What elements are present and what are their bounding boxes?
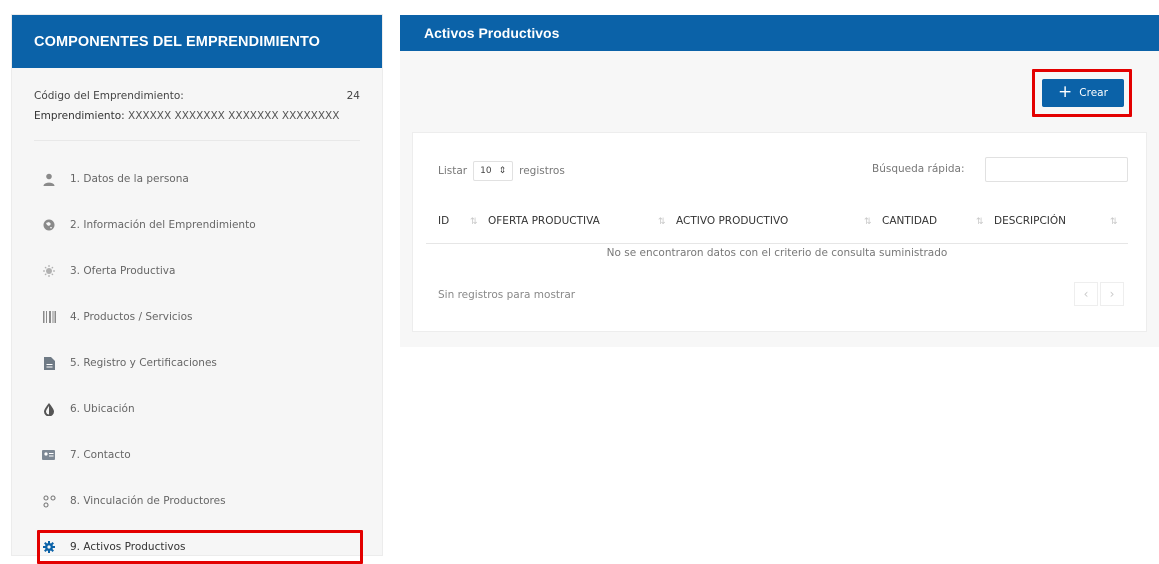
- sort-arrows-icon: ⇕: [498, 166, 507, 176]
- pagination: ‹ ›: [1074, 282, 1124, 306]
- plus-icon: +: [1058, 81, 1073, 102]
- page-size-select[interactable]: 10 ⇕: [473, 161, 514, 181]
- menu-item-ubicacion[interactable]: 6. Ubicación: [12, 386, 382, 432]
- page-size-value: 10: [480, 166, 492, 176]
- sort-icon[interactable]: ⇅: [658, 217, 666, 227]
- table-info: Sin registros para mostrar: [438, 289, 576, 301]
- menu-item-registro[interactable]: 5. Registro y Certificaciones: [12, 340, 382, 386]
- drop-icon: [42, 402, 56, 416]
- column-header-cantidad[interactable]: CANTIDAD: [882, 215, 937, 227]
- menu-item-label: 5. Registro y Certificaciones: [70, 357, 217, 369]
- emprendimiento-row: Emprendimiento: XXXXXX XXXXXXX XXXXXXX X…: [34, 106, 360, 126]
- person-icon: [42, 172, 56, 186]
- sort-icon[interactable]: ⇅: [1110, 217, 1118, 227]
- menu-item-activos[interactable]: 9. Activos Productivos: [12, 530, 382, 564]
- next-page-button[interactable]: ›: [1100, 282, 1124, 306]
- components-panel: COMPONENTES DEL EMPRENDIMIENTO Código de…: [12, 15, 382, 564]
- globe-icon: [42, 218, 56, 232]
- codigo-label: Código del Emprendimiento:: [34, 90, 184, 102]
- barcode-icon: [42, 310, 56, 324]
- menu-item-vinculacion[interactable]: 8. Vinculación de Productores: [12, 478, 382, 524]
- create-button[interactable]: + Crear: [1042, 79, 1124, 107]
- column-header-oferta[interactable]: OFERTA PRODUCTIVA: [488, 215, 600, 227]
- menu-item-label: 6. Ubicación: [70, 403, 135, 415]
- search-label: Búsqueda rápida:: [872, 163, 965, 175]
- emprendimiento-value: XXXXXX XXXXXXX XXXXXXX XXXXXXXX: [128, 110, 340, 122]
- menu-item-label: 1. Datos de la persona: [70, 173, 189, 185]
- menu-item-label: 2. Información del Emprendimiento: [70, 219, 256, 231]
- menu-item-label: 3. Oferta Productiva: [70, 265, 176, 277]
- prev-page-button[interactable]: ‹: [1074, 282, 1098, 306]
- menu-item-productos[interactable]: 4. Productos / Servicios: [12, 294, 382, 340]
- sort-icon[interactable]: ⇅: [976, 217, 984, 227]
- document-icon: [42, 356, 56, 370]
- menu-item-label: 7. Contacto: [70, 449, 131, 461]
- gear-icon: [42, 540, 56, 554]
- search-input[interactable]: [985, 157, 1128, 182]
- page-size-control: Listar 10 ⇕ registros: [438, 161, 565, 181]
- empty-message: No se encontraron datos con el criterio …: [606, 247, 948, 259]
- divider: [34, 140, 360, 141]
- menu-item-label: 8. Vinculación de Productores: [70, 495, 226, 507]
- listar-label: Listar: [438, 165, 468, 177]
- codigo-row: Código del Emprendimiento: 24: [34, 86, 360, 106]
- menu-item-informacion[interactable]: 2. Información del Emprendimiento: [12, 202, 382, 248]
- codigo-value: 24: [346, 90, 360, 102]
- sort-icon[interactable]: ⇅: [864, 217, 872, 227]
- contact-card-icon: [42, 448, 56, 462]
- create-button-label: Crear: [1079, 87, 1108, 99]
- menu-item-datos-persona[interactable]: 1. Datos de la persona: [12, 156, 382, 202]
- table-header: ID ⇅ OFERTA PRODUCTIVA ⇅ ACTIVO PRODUCTI…: [426, 205, 1128, 244]
- sun-icon: [42, 264, 56, 278]
- menu-item-oferta[interactable]: 3. Oferta Productiva: [12, 248, 382, 294]
- column-header-descripcion[interactable]: DESCRIPCIÓN: [994, 215, 1066, 227]
- column-header-activo[interactable]: ACTIVO PRODUCTIVO: [676, 215, 788, 227]
- emprendimiento-info: Código del Emprendimiento: 24 Emprendimi…: [12, 68, 382, 141]
- section-title: Activos Productivos: [400, 15, 1159, 51]
- panel-body: Código del Emprendimiento: 24 Emprendimi…: [12, 68, 382, 564]
- menu-item-contacto[interactable]: 7. Contacto: [12, 432, 382, 478]
- menu-item-label: 9. Activos Productivos: [70, 541, 186, 553]
- menu-item-label: 4. Productos / Servicios: [70, 311, 193, 323]
- column-header-id[interactable]: ID: [438, 215, 449, 227]
- sort-icon[interactable]: ⇅: [470, 217, 478, 227]
- panel-title: COMPONENTES DEL EMPRENDIMIENTO: [12, 15, 382, 68]
- network-icon: [42, 494, 56, 508]
- registros-label: registros: [519, 165, 565, 177]
- emprendimiento-label: Emprendimiento:: [34, 110, 125, 122]
- components-menu: 1. Datos de la persona 2. Información de…: [12, 156, 382, 564]
